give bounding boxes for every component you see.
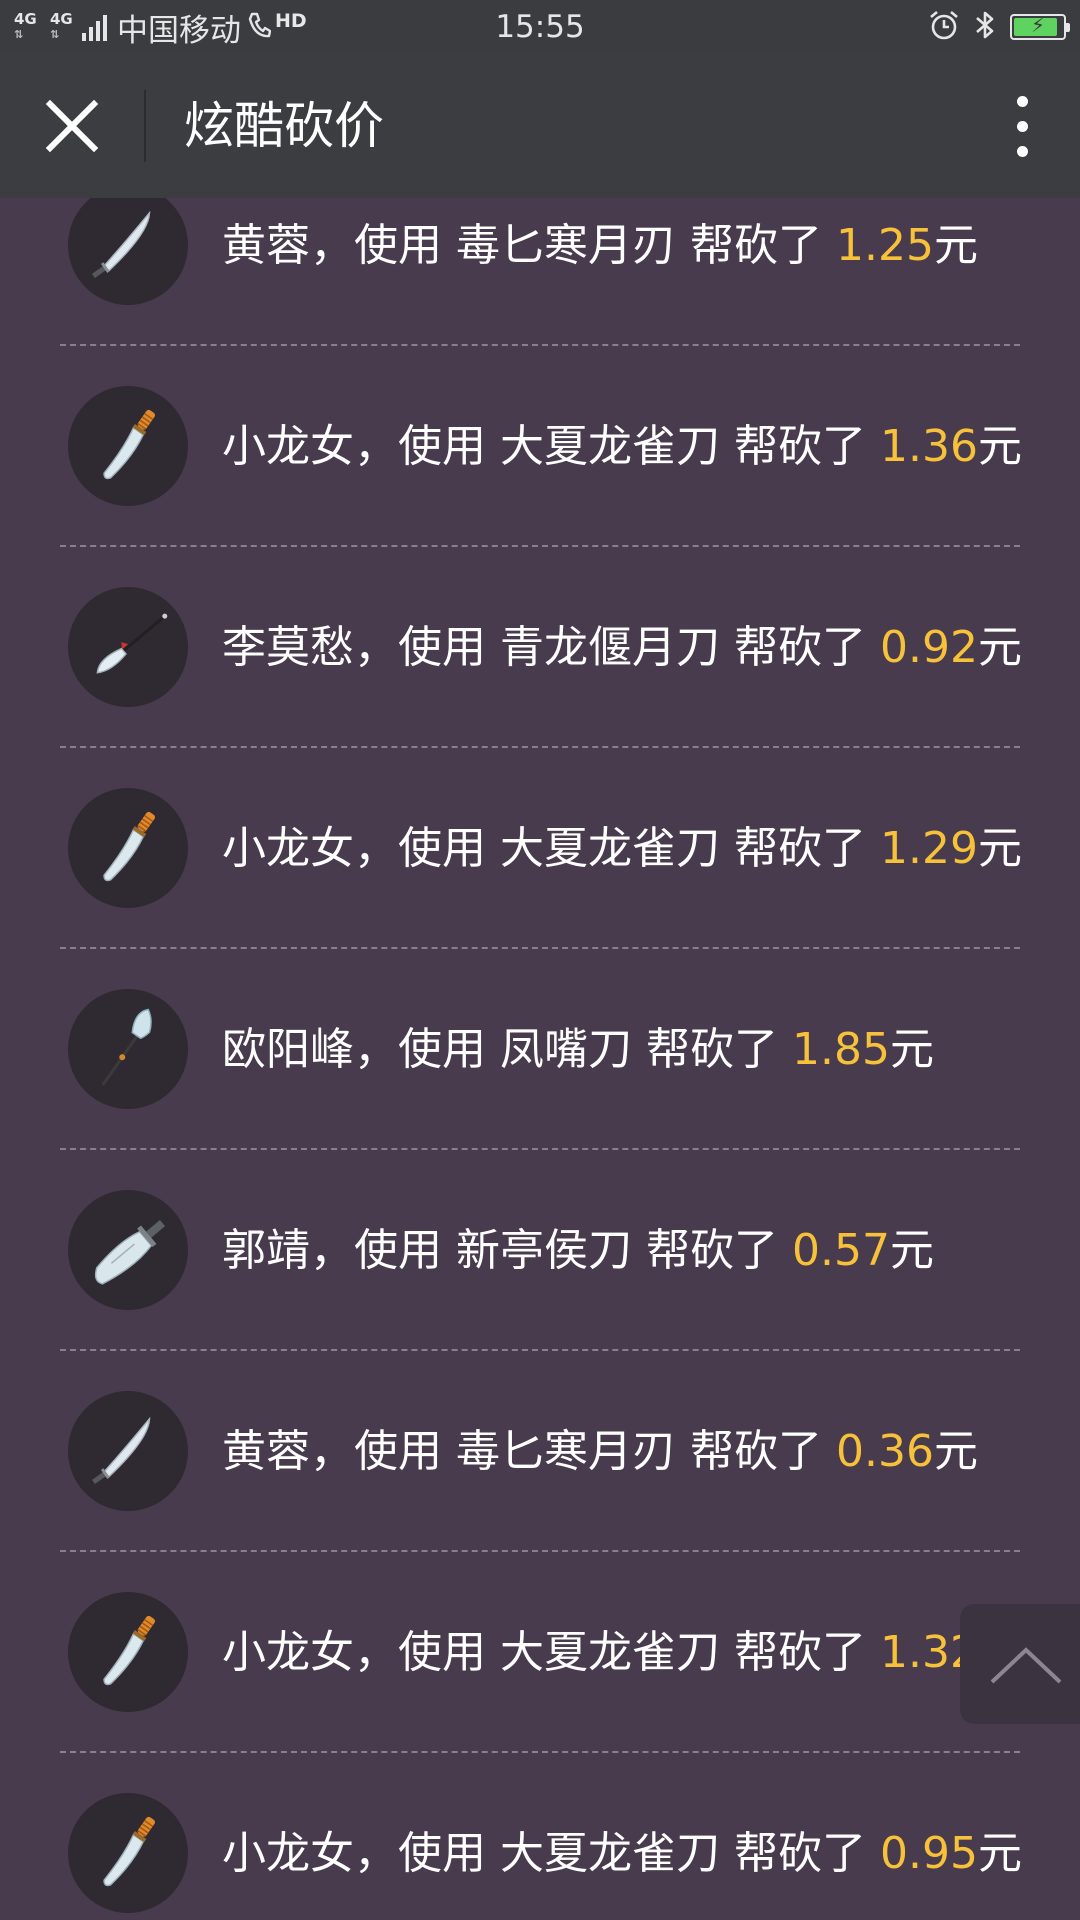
list-item-text: 黄蓉，使用 毒匕寒月刃 帮砍了 1.25元	[222, 198, 978, 346]
phoenix-beak-blade-icon	[68, 989, 188, 1109]
text-action: 帮砍了	[720, 1627, 880, 1678]
list-item: 欧阳峰，使用 凤嘴刀 帮砍了 1.85元	[0, 949, 1080, 1150]
curved-blade-icon	[68, 198, 188, 305]
dragon-sparrow-blade-icon	[68, 1793, 188, 1913]
list-item: 黄蓉，使用 毒匕寒月刃 帮砍了 0.36元	[0, 1351, 1080, 1552]
clock: 15:55	[495, 9, 585, 45]
more-vertical-icon	[1016, 95, 1028, 107]
list-item-text: 黄蓉，使用 毒匕寒月刃 帮砍了 0.36元	[222, 1351, 978, 1552]
text-mid: ，使用	[354, 622, 500, 673]
list-item: 郭靖，使用 新亭侯刀 帮砍了 0.57元	[0, 1150, 1080, 1351]
helper-name: 郭靖	[222, 1225, 310, 1276]
text-mid: ，使用	[310, 220, 456, 271]
alarm-icon	[928, 9, 960, 45]
cut-amount: 1.36	[879, 421, 978, 472]
status-bar: 4G ⇅ 4G ⇅ 中国移动 HD 15:55 ⚡	[0, 0, 1080, 54]
list-item: 小龙女，使用 大夏龙雀刀 帮砍了 0.95元	[0, 1753, 1080, 1920]
helper-name: 黄蓉	[222, 1426, 310, 1477]
more-menu-button[interactable]	[994, 90, 1050, 162]
cut-amount: 1.25	[835, 220, 934, 271]
currency-unit: 元	[977, 823, 1022, 874]
text-action: 帮砍了	[632, 1024, 792, 1075]
dragon-sparrow-blade-icon	[68, 788, 188, 908]
currency-unit: 元	[889, 1024, 934, 1075]
weapon-name: 凤嘴刀	[500, 1024, 632, 1075]
text-mid: ，使用	[354, 421, 500, 472]
text-action: 帮砍了	[632, 1225, 792, 1276]
list-item: 李莫愁，使用 青龙偃月刀 帮砍了 0.92元	[0, 547, 1080, 748]
list-item-text: 郭靖，使用 新亭侯刀 帮砍了 0.57元	[222, 1150, 934, 1351]
text-action: 帮砍了	[720, 622, 880, 673]
close-button[interactable]	[36, 90, 108, 162]
text-mid: ，使用	[354, 1024, 500, 1075]
list-item-text: 小龙女，使用 大夏龙雀刀 帮砍了 1.29元	[222, 748, 1022, 949]
list-item: 小龙女，使用 大夏龙雀刀 帮砍了 1.29元	[0, 748, 1080, 949]
cut-amount: 0.57	[791, 1225, 890, 1276]
weapon-name: 青龙偃月刀	[500, 622, 720, 673]
list-item-text: 小龙女，使用 大夏龙雀刀 帮砍了 1.36元	[222, 346, 1022, 547]
text-mid: ，使用	[354, 1627, 500, 1678]
page-title: 炫酷砍价	[184, 97, 384, 155]
chevron-up-icon	[990, 1647, 1062, 1684]
cut-amount: 0.92	[879, 622, 978, 673]
list-item: 小龙女，使用 大夏龙雀刀 帮砍了 1.32元	[0, 1552, 1080, 1753]
text-action: 帮砍了	[676, 220, 836, 271]
title-bar: 炫酷砍价	[0, 54, 1080, 198]
battery-charging-icon: ⚡	[1010, 13, 1070, 40]
currency-unit: 元	[933, 1426, 978, 1477]
bluetooth-icon	[974, 9, 996, 45]
currency-unit: 元	[889, 1225, 934, 1276]
text-action: 帮砍了	[720, 1828, 880, 1879]
cut-amount: 0.36	[835, 1426, 934, 1477]
helper-name: 小龙女	[222, 1828, 354, 1879]
weapon-name: 毒匕寒月刃	[456, 1426, 676, 1477]
text-mid: ，使用	[354, 1828, 500, 1879]
status-right: ⚡	[928, 0, 1070, 54]
helper-name: 小龙女	[222, 823, 354, 874]
currency-unit: 元	[977, 1828, 1022, 1879]
list-item: 黄蓉，使用 毒匕寒月刃 帮砍了 1.25元	[0, 198, 1080, 346]
glaive-icon	[68, 587, 188, 707]
cut-amount: 1.85	[791, 1024, 890, 1075]
list-item-text: 李莫愁，使用 青龙偃月刀 帮砍了 0.92元	[222, 547, 1022, 748]
text-mid: ，使用	[354, 823, 500, 874]
helper-name: 小龙女	[222, 421, 354, 472]
cut-amount: 1.29	[879, 823, 978, 874]
helper-name: 黄蓉	[222, 220, 310, 271]
dragon-sparrow-blade-icon	[68, 1592, 188, 1712]
helper-name: 欧阳峰	[222, 1024, 354, 1075]
text-action: 帮砍了	[720, 421, 880, 472]
text-mid: ，使用	[310, 1225, 456, 1276]
currency-unit: 元	[977, 421, 1022, 472]
weapon-name: 大夏龙雀刀	[500, 823, 720, 874]
curved-blade-icon	[68, 1391, 188, 1511]
helper-name: 小龙女	[222, 1627, 354, 1678]
weapon-name: 毒匕寒月刃	[456, 220, 676, 271]
list-item-text: 欧阳峰，使用 凤嘴刀 帮砍了 1.85元	[222, 949, 934, 1150]
weapon-name: 大夏龙雀刀	[500, 1627, 720, 1678]
text-action: 帮砍了	[720, 823, 880, 874]
weapon-name: 大夏龙雀刀	[500, 421, 720, 472]
text-mid: ，使用	[310, 1426, 456, 1477]
list-item: 小龙女，使用 大夏龙雀刀 帮砍了 1.36元	[0, 346, 1080, 547]
close-icon	[45, 99, 99, 153]
weapon-name: 大夏龙雀刀	[500, 1828, 720, 1879]
back-to-top-button[interactable]	[960, 1604, 1080, 1724]
text-action: 帮砍了	[676, 1426, 836, 1477]
title-divider	[144, 90, 146, 162]
broad-blade-icon	[68, 1190, 188, 1310]
weapon-name: 新亭侯刀	[456, 1225, 632, 1276]
list-item-text: 小龙女，使用 大夏龙雀刀 帮砍了 0.95元	[222, 1753, 1022, 1920]
dragon-sparrow-blade-icon	[68, 386, 188, 506]
currency-unit: 元	[933, 220, 978, 271]
bargain-helper-list[interactable]: 黄蓉，使用 毒匕寒月刃 帮砍了 1.25元 小龙女，使用 大夏龙雀刀 帮砍了 1.…	[0, 198, 1080, 1920]
helper-name: 李莫愁	[222, 622, 354, 673]
currency-unit: 元	[977, 622, 1022, 673]
cut-amount: 0.95	[879, 1828, 978, 1879]
list-item-text: 小龙女，使用 大夏龙雀刀 帮砍了 1.32元	[222, 1552, 1022, 1753]
